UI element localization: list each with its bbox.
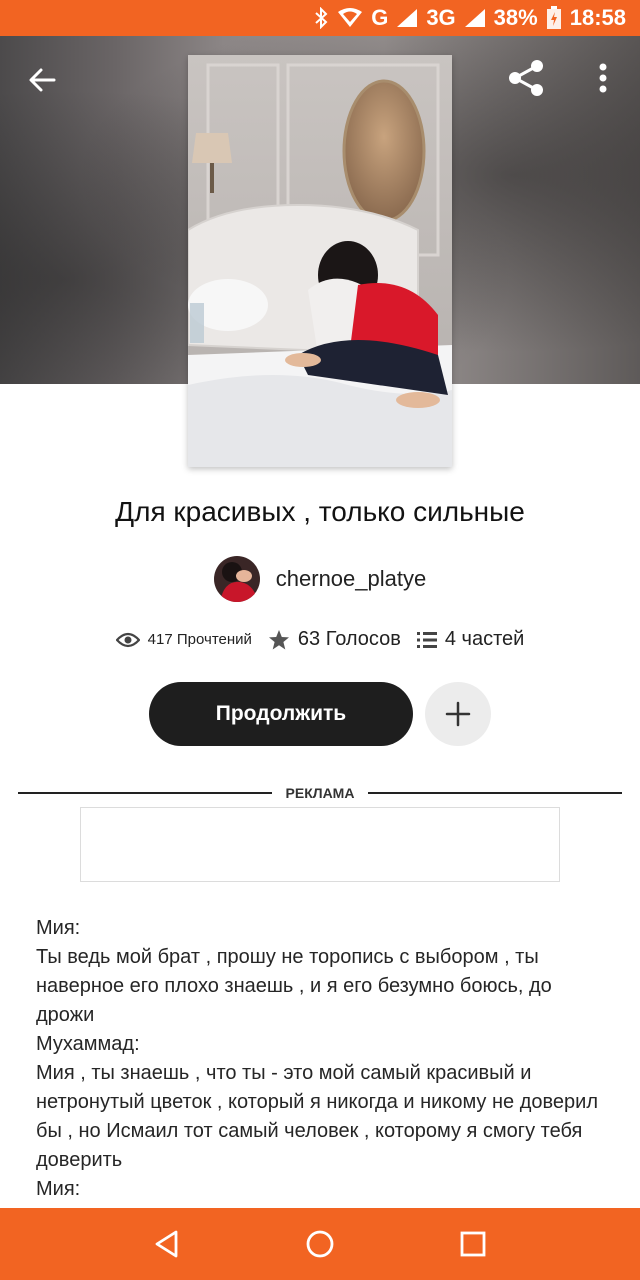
share-button[interactable] <box>504 56 548 100</box>
clock: 18:58 <box>569 5 626 30</box>
back-button[interactable] <box>22 60 62 100</box>
battery-percent: 38% <box>493 5 538 30</box>
nav-home-button[interactable] <box>295 1219 345 1269</box>
plus-icon <box>445 701 471 727</box>
signal-icon <box>396 8 418 28</box>
story-text: Мия: Ты ведь мой брат , прошу не торопис… <box>36 914 608 1208</box>
story-line: Мия: <box>36 1178 81 1200</box>
more-options-button[interactable] <box>588 58 618 98</box>
continue-reading-button[interactable]: Продолжить <box>149 682 413 746</box>
story-title: Для красивых , только сильные <box>115 496 525 527</box>
add-to-library-button[interactable] <box>425 682 491 746</box>
author-avatar[interactable] <box>213 556 260 602</box>
story-line: Мия: <box>36 917 81 939</box>
ad-label: РЕКЛАМА <box>285 785 355 801</box>
navigation-bar <box>0 1208 640 1280</box>
story-line: Мия , ты знаешь , что ты - это мой самый… <box>36 1062 598 1171</box>
author-row[interactable]: chernoe_platye <box>0 556 640 602</box>
story-line: Мухаммад: <box>36 1033 140 1055</box>
triangle-back-icon <box>155 1230 178 1258</box>
story-line: Ты ведь мой брат , прошу не торопись с в… <box>36 946 552 1026</box>
network-g-label: G <box>371 5 389 30</box>
network-3g-label: 3G <box>426 5 456 30</box>
star-icon <box>268 629 289 649</box>
ad-divider-left <box>18 792 272 794</box>
votes-count: 63 Голосов <box>297 628 401 650</box>
square-recents-icon <box>460 1231 486 1257</box>
reads-count: 417 Прочтений <box>147 631 252 648</box>
nav-back-button[interactable] <box>142 1219 192 1269</box>
eye-icon <box>115 632 140 647</box>
stats-row: 417 Прочтений 63 Голосов 4 частей <box>0 628 640 651</box>
reads-stat: 417 Прочтений <box>115 631 252 648</box>
parts-count: 4 частей <box>444 628 525 650</box>
story-cover-image[interactable] <box>188 55 452 467</box>
arrow-left-icon <box>29 68 56 92</box>
share-icon <box>509 60 543 96</box>
parts-stat: 4 частей <box>416 628 525 651</box>
circle-home-icon <box>306 1230 334 1258</box>
bluetooth-icon <box>313 7 329 29</box>
list-icon <box>416 631 437 648</box>
battery-icon <box>546 6 562 30</box>
wifi-icon <box>337 8 363 28</box>
more-vertical-icon <box>599 63 607 93</box>
ad-banner[interactable] <box>80 807 560 882</box>
status-bar: G 3G 38% 18:58 <box>0 0 640 36</box>
author-name[interactable]: chernoe_platye <box>276 566 426 592</box>
ad-divider-right <box>368 792 622 794</box>
nav-recents-button[interactable] <box>448 1219 498 1269</box>
votes-stat: 63 Голосов <box>268 628 401 651</box>
signal-icon-2 <box>464 8 486 28</box>
